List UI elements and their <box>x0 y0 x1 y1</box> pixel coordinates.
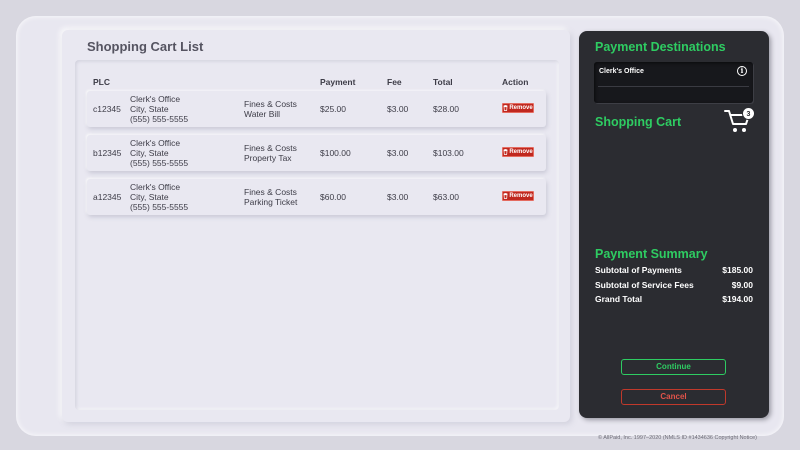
info-icon[interactable]: i <box>737 66 747 76</box>
trash-icon <box>503 193 508 199</box>
row-category: Fines & Costs <box>244 99 297 109</box>
column-header-total: Total <box>433 77 453 87</box>
table-row: b12345 Clerk's Office City, State (555) … <box>87 135 546 171</box>
row-plc: c12345 <box>93 104 121 114</box>
continue-button[interactable]: Continue <box>621 359 726 375</box>
remove-button[interactable]: Remove <box>502 191 534 201</box>
row-payment: $60.00 <box>320 192 346 202</box>
footer-copyright: © AllPaid, Inc. 1997–2020 (NMLS ID #1434… <box>597 435 757 441</box>
table-header: PLC Payment Fee Total Action <box>93 77 543 89</box>
remove-button[interactable]: Remove <box>502 103 534 113</box>
row-category: Fines & Costs <box>244 187 297 197</box>
row-description: Fines & Costs Water Bill <box>244 99 297 119</box>
office-phone: (555) 555-5555 <box>130 202 189 212</box>
shopping-cart-title: Shopping Cart <box>595 115 682 129</box>
table-row: c12345 Clerk's Office City, State (555) … <box>87 91 546 127</box>
row-description: Fines & Costs Property Tax <box>244 143 297 163</box>
summary-label: Subtotal of Payments <box>595 265 682 275</box>
row-total: $28.00 <box>433 104 459 114</box>
column-header-plc: PLC <box>93 77 110 87</box>
column-header-payment: Payment <box>320 77 356 87</box>
remove-label: Remove <box>509 193 533 199</box>
trash-icon <box>503 105 508 111</box>
summary-row: Grand Total $194.00 <box>595 294 753 304</box>
row-office: Clerk's Office City, State (555) 555-555… <box>130 182 188 212</box>
table-row: a12345 Clerk's Office City, State (555) … <box>87 179 546 215</box>
remove-label: Remove <box>509 149 533 155</box>
row-description: Fines & Costs Parking Ticket <box>244 187 297 207</box>
row-item: Water Bill <box>244 109 281 119</box>
column-header-action: Action <box>502 77 529 87</box>
summary-value: $185.00 <box>722 265 753 275</box>
summary-label: Subtotal of Service Fees <box>595 280 694 290</box>
office-name: Clerk's Office <box>130 94 181 104</box>
payment-summary-title: Payment Summary <box>595 247 708 261</box>
page-title: Shopping Cart List <box>87 39 204 54</box>
office-phone: (555) 555-5555 <box>130 158 189 168</box>
divider <box>598 86 749 87</box>
row-fee: $3.00 <box>387 192 409 202</box>
payment-destinations-title: Payment Destinations <box>595 40 726 54</box>
row-total: $103.00 <box>433 148 464 158</box>
office-phone: (555) 555-5555 <box>130 114 189 124</box>
remove-label: Remove <box>509 105 533 111</box>
office-name: Clerk's Office <box>130 182 181 192</box>
row-office: Clerk's Office City, State (555) 555-555… <box>130 94 188 124</box>
destination-select[interactable]: Clerk's Office i <box>594 62 753 103</box>
row-plc: a12345 <box>93 192 122 202</box>
destination-label: Clerk's Office <box>599 68 644 75</box>
row-plc: b12345 <box>93 148 122 158</box>
trash-icon <box>503 149 508 155</box>
summary-label: Grand Total <box>595 294 643 304</box>
payment-sidebar: Payment Destinations Clerk's Office i Sh… <box>579 31 769 418</box>
row-total: $63.00 <box>433 192 459 202</box>
cart-count-badge: 3 <box>742 107 755 120</box>
summary-row: Subtotal of Payments $185.00 <box>595 265 753 275</box>
remove-button[interactable]: Remove <box>502 147 534 157</box>
office-city: City, State <box>130 104 169 114</box>
row-fee: $3.00 <box>387 104 409 114</box>
office-city: City, State <box>130 192 169 202</box>
row-item: Property Tax <box>244 153 292 163</box>
summary-row: Subtotal of Service Fees $9.00 <box>595 280 753 290</box>
office-city: City, State <box>130 148 169 158</box>
row-item: Parking Ticket <box>244 197 298 207</box>
cancel-button[interactable]: Cancel <box>621 389 726 405</box>
row-payment: $100.00 <box>320 148 351 158</box>
row-office: Clerk's Office City, State (555) 555-555… <box>130 138 188 168</box>
office-name: Clerk's Office <box>130 138 181 148</box>
column-header-fee: Fee <box>387 77 402 87</box>
row-category: Fines & Costs <box>244 143 297 153</box>
summary-value: $9.00 <box>731 280 753 290</box>
summary-value: $194.00 <box>722 294 753 304</box>
row-payment: $25.00 <box>320 104 346 114</box>
row-fee: $3.00 <box>387 148 409 158</box>
